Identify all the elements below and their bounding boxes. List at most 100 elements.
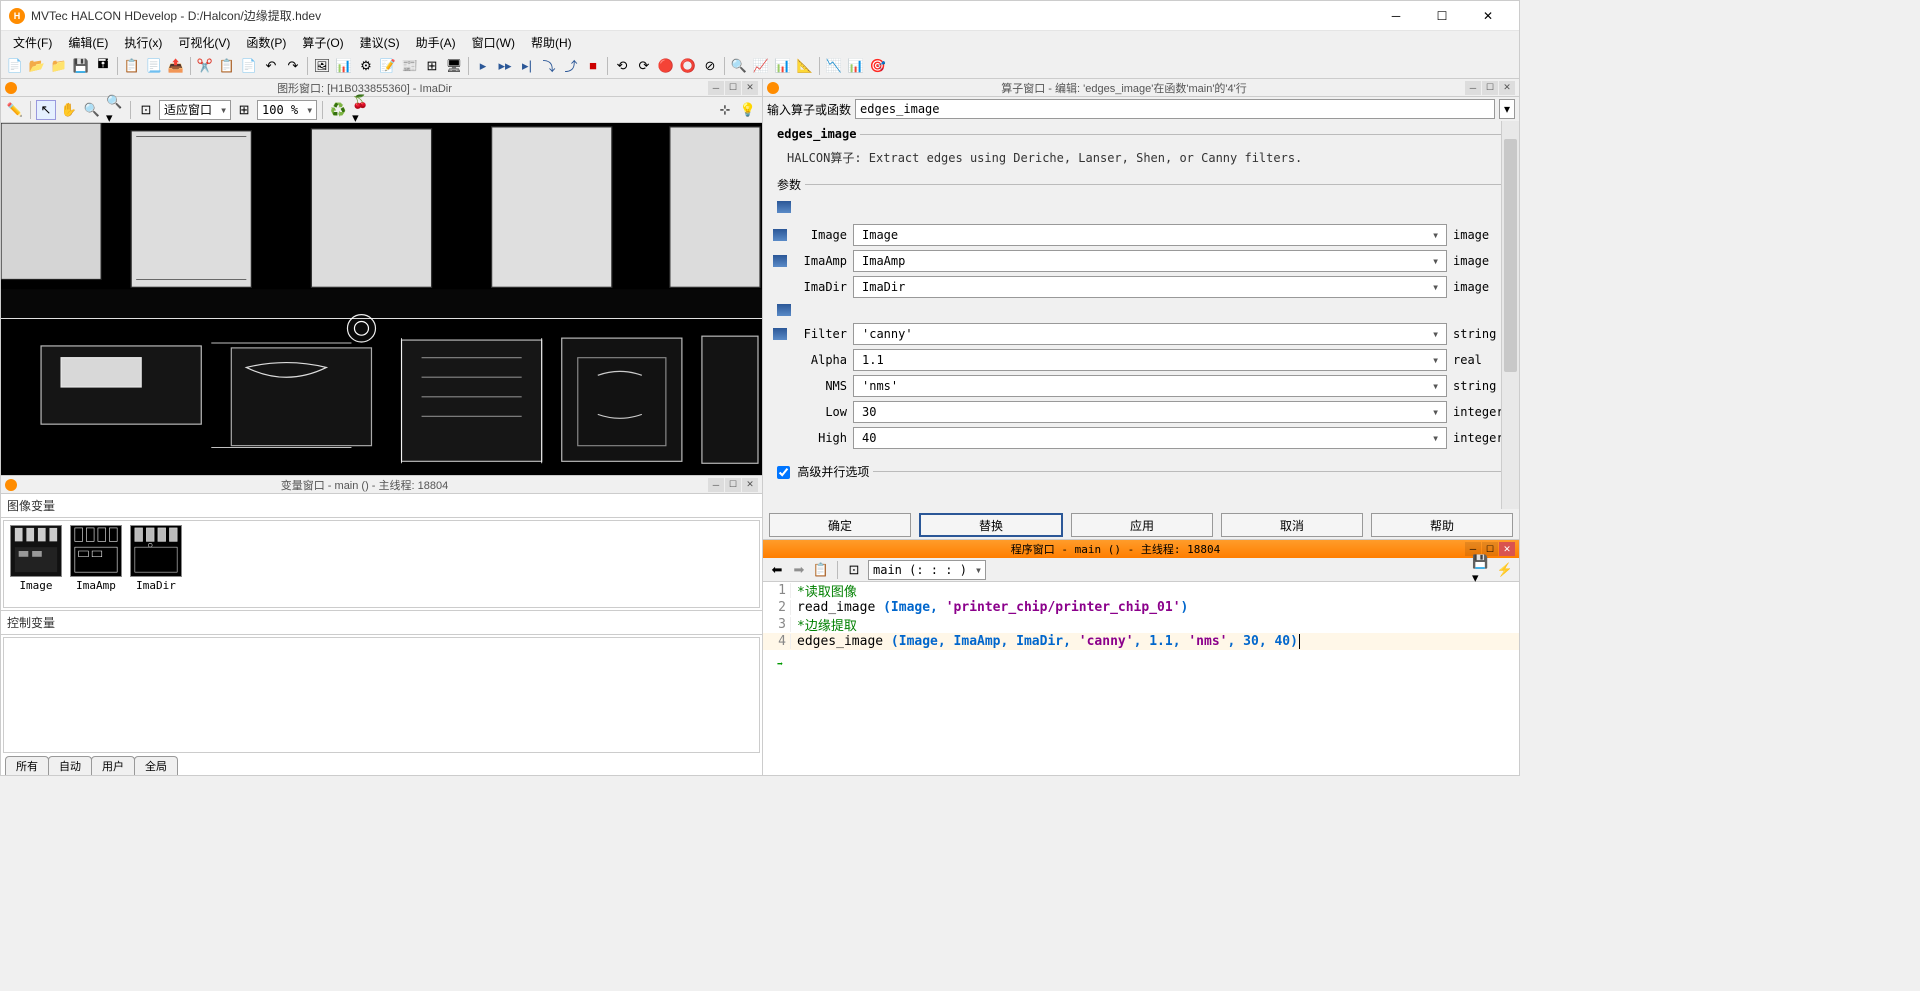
param-input-low[interactable]: 30▾: [853, 401, 1447, 423]
step-out-icon[interactable]: ⤴: [561, 56, 581, 76]
open-icon[interactable]: 📂: [27, 56, 47, 76]
replace-button[interactable]: 替换: [919, 513, 1063, 537]
thumb-image[interactable]: Image: [8, 525, 64, 603]
hand-icon[interactable]: ✋: [59, 100, 79, 120]
advanced-options[interactable]: 高级并行选项: [773, 463, 873, 480]
bolt-icon[interactable]: ⚡: [1495, 560, 1515, 580]
zoom100-icon[interactable]: ⊞: [234, 100, 254, 120]
nav-new-icon[interactable]: 📋: [811, 560, 831, 580]
menu-visualize[interactable]: 可视化(V): [170, 34, 238, 51]
param-input-high[interactable]: 40▾: [853, 427, 1447, 449]
menu-edit[interactable]: 编辑(E): [60, 34, 116, 51]
close-unused-icon[interactable]: ⊘: [700, 56, 720, 76]
bp2-icon[interactable]: ⭕: [678, 56, 698, 76]
nav-back-icon[interactable]: ⬅: [767, 560, 787, 580]
minimize-button[interactable]: ─: [1373, 1, 1419, 31]
op-close-button[interactable]: ✕: [1499, 81, 1515, 95]
fit-icon[interactable]: ⊡: [136, 100, 156, 120]
ok-button[interactable]: 确定: [769, 513, 911, 537]
advanced-checkbox[interactable]: [777, 466, 790, 479]
pencil-icon[interactable]: ✏️: [5, 100, 25, 120]
stat1-icon[interactable]: 📉: [824, 56, 844, 76]
param-input-image[interactable]: Image▾: [853, 224, 1447, 246]
prog-new-icon[interactable]: 📋: [122, 56, 142, 76]
bulb-icon[interactable]: 💡: [738, 100, 758, 120]
param-input-filter[interactable]: 'canny'▾: [853, 323, 1447, 345]
var-close-button[interactable]: ✕: [742, 478, 758, 492]
pointer-icon[interactable]: ↖: [36, 100, 56, 120]
copy-icon[interactable]: 📋: [217, 56, 237, 76]
gfx-max-button[interactable]: ☐: [725, 81, 741, 95]
new-icon[interactable]: 📄: [5, 56, 25, 76]
code-line[interactable]: ▶4edges_image (Image, ImaAmp, ImaDir, 'c…: [763, 633, 1519, 650]
match-icon[interactable]: 🎯: [868, 56, 888, 76]
var-max-button[interactable]: ☐: [725, 478, 741, 492]
thumb-imadir[interactable]: ImaDir: [128, 525, 184, 603]
gfx-new-icon[interactable]: 🖥: [444, 56, 464, 76]
run2-icon[interactable]: ▸▸: [495, 56, 515, 76]
code-line[interactable]: 2read_image (Image, 'printer_chip/printe…: [763, 599, 1519, 616]
prog-close-button[interactable]: ✕: [1499, 542, 1515, 556]
disk-drop-icon[interactable]: 💾▾: [1471, 560, 1491, 580]
reset2-icon[interactable]: ⟳: [634, 56, 654, 76]
win-gfx-icon[interactable]: 🖼: [312, 56, 332, 76]
menu-assistant[interactable]: 助手(A): [408, 34, 464, 51]
cancel-button[interactable]: 取消: [1221, 513, 1363, 537]
paste-icon[interactable]: 📄: [239, 56, 259, 76]
win-tile-icon[interactable]: ⊞: [422, 56, 442, 76]
insp-icon[interactable]: 🔍: [729, 56, 749, 76]
prog-open-icon[interactable]: 📃: [144, 56, 164, 76]
tab-auto[interactable]: 自动: [48, 756, 92, 775]
redo-icon[interactable]: ↷: [283, 56, 303, 76]
run-icon[interactable]: ▸: [473, 56, 493, 76]
fit-combo[interactable]: 适应窗口▾: [159, 100, 231, 120]
func-combo[interactable]: main (: : : )▾: [868, 560, 986, 580]
saveall-icon[interactable]: 🖬: [93, 56, 113, 76]
graphics-canvas[interactable]: [1, 123, 762, 475]
op-input-field[interactable]: [855, 99, 1495, 119]
code-editor[interactable]: 1*读取图像2read_image (Image, 'printer_chip/…: [763, 582, 1519, 775]
save-icon[interactable]: 💾: [71, 56, 91, 76]
close-button[interactable]: ✕: [1465, 1, 1511, 31]
stop-icon[interactable]: ■: [583, 56, 603, 76]
feat-icon[interactable]: 📊: [773, 56, 793, 76]
op-input-dropdown-icon[interactable]: ▾: [1499, 99, 1515, 119]
scrollbar[interactable]: [1501, 121, 1519, 509]
cut-icon[interactable]: ✂️: [195, 56, 215, 76]
nav-fwd-icon[interactable]: ➡: [789, 560, 809, 580]
func-icon[interactable]: ⊡: [844, 560, 864, 580]
tab-user[interactable]: 用户: [91, 756, 135, 775]
undo-icon[interactable]: ↶: [261, 56, 281, 76]
param-input-nms[interactable]: 'nms'▾: [853, 375, 1447, 397]
var-min-button[interactable]: ─: [708, 478, 724, 492]
gfx-close-button[interactable]: ✕: [742, 81, 758, 95]
thumb-imaamp[interactable]: ImaAmp: [68, 525, 124, 603]
gfx-min-button[interactable]: ─: [708, 81, 724, 95]
menu-window[interactable]: 窗口(W): [464, 34, 523, 51]
apply-button[interactable]: 应用: [1071, 513, 1213, 537]
reset1-icon[interactable]: ⟲: [612, 56, 632, 76]
step-over-icon[interactable]: ▸|: [517, 56, 537, 76]
op-min-button[interactable]: ─: [1465, 81, 1481, 95]
win-op-icon[interactable]: ⚙: [356, 56, 376, 76]
bp-icon[interactable]: 🔴: [656, 56, 676, 76]
param-input-imadir[interactable]: ImaDir▾: [853, 276, 1447, 298]
tab-global[interactable]: 全局: [134, 756, 178, 775]
hist-icon[interactable]: 📈: [751, 56, 771, 76]
step-in-icon[interactable]: ⤵: [539, 56, 559, 76]
zoom-combo[interactable]: 100 %▾: [257, 100, 317, 120]
coord-icon[interactable]: ⊹: [715, 100, 735, 120]
menu-operator[interactable]: 算子(O): [294, 34, 351, 51]
code-line[interactable]: 3*边缘提取: [763, 616, 1519, 633]
op-max-button[interactable]: ☐: [1482, 81, 1498, 95]
record-drop-icon[interactable]: 🍒▾: [351, 100, 371, 120]
zoom-icon[interactable]: 🔍: [82, 100, 102, 120]
recycle-icon[interactable]: ♻️: [328, 100, 348, 120]
maximize-button[interactable]: ☐: [1419, 1, 1465, 31]
menu-execute[interactable]: 执行(x): [116, 34, 170, 51]
menu-file[interactable]: 文件(F): [5, 34, 60, 51]
tab-all[interactable]: 所有: [5, 756, 49, 775]
stat2-icon[interactable]: 📊: [846, 56, 866, 76]
open2-icon[interactable]: 📁: [49, 56, 69, 76]
param-input-alpha[interactable]: 1.1▾: [853, 349, 1447, 371]
